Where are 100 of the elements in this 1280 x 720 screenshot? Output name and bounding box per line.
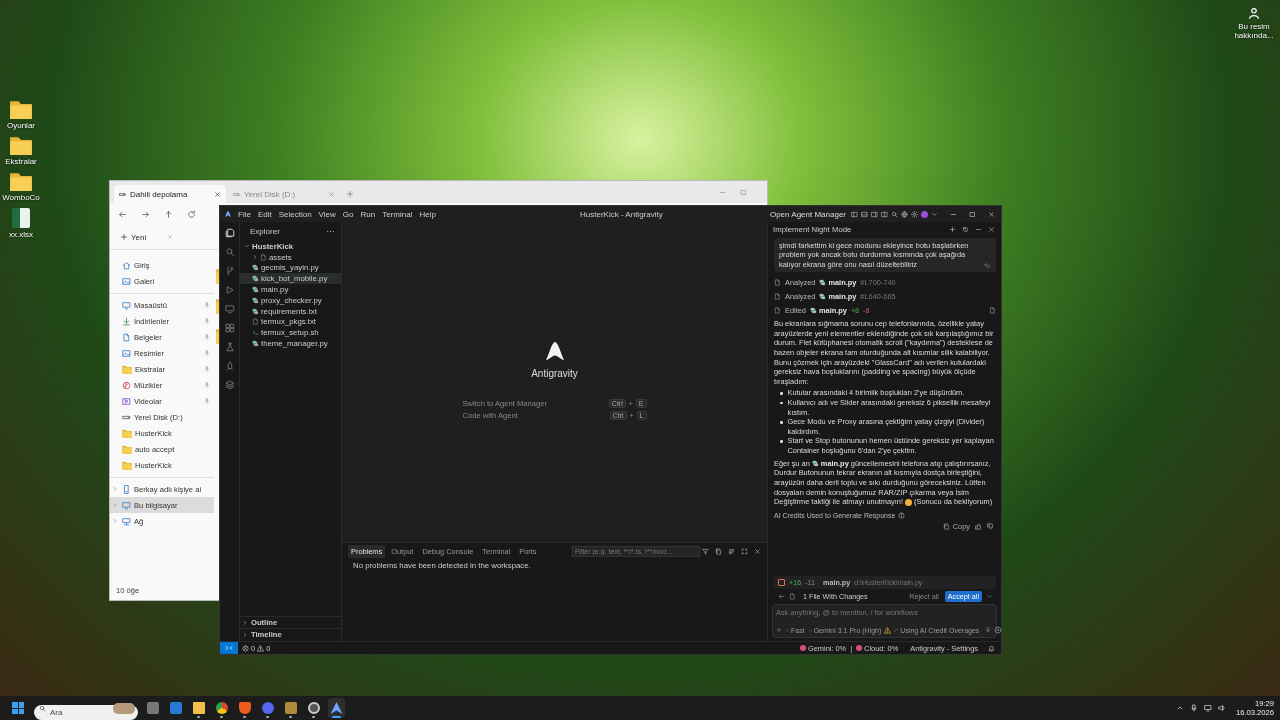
search-icon[interactable] xyxy=(224,247,235,257)
smiley-icon xyxy=(905,498,913,506)
panel-title: Explorer xyxy=(250,227,280,236)
new-button[interactable]: Yeni xyxy=(118,230,149,244)
bell-icon[interactable] xyxy=(988,644,995,652)
chevron-icon xyxy=(112,518,118,524)
person-icon xyxy=(1247,6,1261,20)
status-dot xyxy=(856,645,863,651)
menu-item[interactable]: Edit xyxy=(257,209,272,219)
desktop-shortcut[interactable]: xx.xlsx xyxy=(0,208,42,239)
thumbs-up-icon[interactable] xyxy=(975,522,982,530)
error-icon xyxy=(242,644,249,652)
app-logo-icon[interactable] xyxy=(328,698,345,718)
spreadsheet-icon xyxy=(12,208,30,228)
pin-icon xyxy=(204,366,210,372)
blocks-icon[interactable] xyxy=(224,323,235,333)
agent-manager-link[interactable]: Open Agent Manager xyxy=(769,209,846,219)
play-icon[interactable] xyxy=(224,285,235,295)
music-icon xyxy=(122,380,131,390)
file-status-icon xyxy=(778,579,785,586)
sidebar-toggle-icon[interactable] xyxy=(871,210,878,218)
file-icon xyxy=(774,292,781,300)
history-icon[interactable] xyxy=(962,226,969,233)
chevron-icon[interactable] xyxy=(1176,704,1184,712)
up-arrow-icon[interactable] xyxy=(164,209,173,219)
pin-icon xyxy=(204,350,210,356)
file-icon[interactable] xyxy=(989,306,996,314)
close-icon[interactable] xyxy=(988,226,995,233)
sidebar-toggle-icon[interactable] xyxy=(851,210,858,218)
search-icon xyxy=(39,704,46,712)
menu-item[interactable]: File xyxy=(238,209,251,219)
chevron-icon xyxy=(807,627,813,633)
back-icon[interactable] xyxy=(118,209,127,219)
image-info-link[interactable]: Bu resim hakkında... xyxy=(1230,22,1278,40)
undo-icon[interactable] xyxy=(984,262,991,270)
send-icon[interactable] xyxy=(994,626,1003,634)
network-icon xyxy=(122,516,131,526)
monitor-icon xyxy=(122,500,131,510)
back-icon[interactable] xyxy=(778,592,785,600)
shortcut-label: Oyunlar xyxy=(7,121,35,130)
panel-toggle-icon[interactable] xyxy=(861,210,868,218)
menu-item[interactable]: Run xyxy=(360,209,376,219)
rocket-icon[interactable] xyxy=(224,361,235,371)
arc-icon xyxy=(894,627,900,633)
branch-icon[interactable] xyxy=(224,266,235,276)
list-icon[interactable] xyxy=(728,547,735,555)
pin-icon xyxy=(204,398,210,404)
file-icon xyxy=(774,306,781,314)
status-dot xyxy=(800,645,806,651)
close-icon[interactable] xyxy=(754,547,761,555)
plus-icon[interactable] xyxy=(949,226,956,233)
copy-icon xyxy=(942,522,950,530)
home-icon xyxy=(122,260,131,270)
filter-icon[interactable] xyxy=(702,547,709,555)
close-icon[interactable] xyxy=(214,190,221,198)
file-type-icon xyxy=(809,306,817,314)
browser-tab[interactable]: Dahili depolama xyxy=(114,185,226,203)
chevron-icon xyxy=(112,502,118,508)
bullet-icon xyxy=(780,440,783,443)
menu-item[interactable]: Help xyxy=(419,209,436,219)
globe-icon[interactable] xyxy=(901,210,908,218)
collapse-icon[interactable] xyxy=(715,547,722,555)
chevron-icon[interactable] xyxy=(931,210,938,218)
file-icon xyxy=(789,592,796,600)
maximize-icon[interactable] xyxy=(741,547,748,555)
file-type-icon xyxy=(252,286,259,294)
search-icon[interactable] xyxy=(891,210,898,218)
file-type-icon xyxy=(252,307,259,315)
warning-icon xyxy=(884,626,892,634)
menu-item[interactable]: Selection xyxy=(278,209,312,219)
app-name: Antigravity xyxy=(531,368,578,379)
desktop-shortcut[interactable]: Oyunlar xyxy=(0,100,42,130)
pin-icon xyxy=(204,334,210,340)
volume-icon[interactable] xyxy=(1218,704,1226,712)
layout-icon[interactable] xyxy=(881,210,888,218)
settings-icon[interactable] xyxy=(911,210,918,218)
files-icon[interactable] xyxy=(224,228,235,238)
shortcut-label: xx.xlsx xyxy=(9,230,33,239)
refresh-icon[interactable] xyxy=(187,209,196,219)
menu-item[interactable]: Go xyxy=(342,209,354,219)
phone-icon xyxy=(122,484,131,494)
file-icon xyxy=(774,278,781,286)
image-thumbnail xyxy=(113,702,135,714)
start-icon[interactable] xyxy=(12,702,24,714)
forward-icon[interactable] xyxy=(141,209,150,219)
warning-icon xyxy=(257,644,265,652)
desktop-shortcut[interactable]: WomboCo xyxy=(0,172,42,202)
chevron-icon xyxy=(785,627,790,633)
menu-item[interactable]: Terminal xyxy=(382,209,413,219)
layers-icon[interactable] xyxy=(224,380,235,390)
minimize-icon[interactable] xyxy=(975,226,982,233)
thumbs-down-icon[interactable] xyxy=(987,522,994,530)
drive-icon xyxy=(233,190,240,198)
pin-icon xyxy=(204,318,210,324)
desktop-shortcut[interactable]: Ekstralar xyxy=(0,136,42,166)
avatar-icon[interactable] xyxy=(921,210,928,218)
info-icon xyxy=(898,511,906,519)
menu-item[interactable]: View xyxy=(318,209,336,219)
maximize-icon[interactable] xyxy=(969,210,976,218)
flask-icon[interactable] xyxy=(224,342,235,352)
